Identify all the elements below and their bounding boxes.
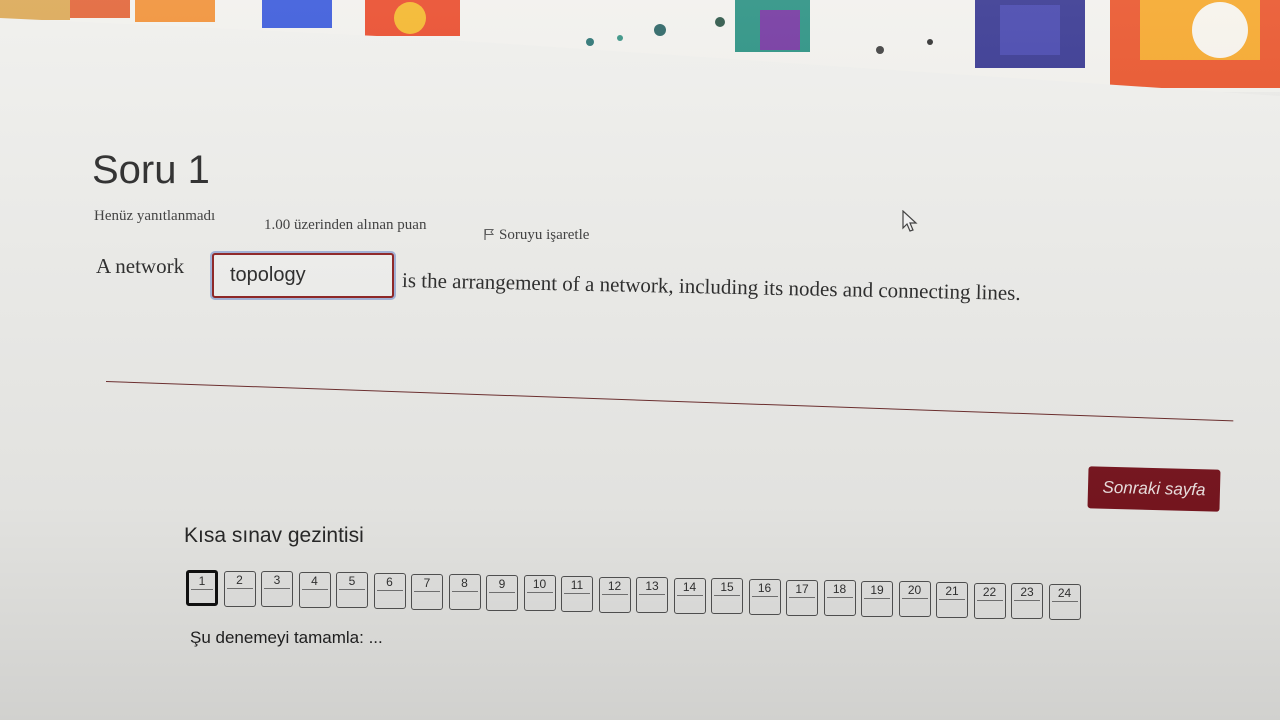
quiz-nav-item-23[interactable]: 23: [1011, 583, 1043, 620]
question-points: 1.00 üzerinden alınan puan: [264, 217, 427, 233]
quiz-nav-item-17[interactable]: 17: [786, 579, 818, 616]
quiz-nav-item-12[interactable]: 12: [598, 576, 631, 613]
quiz-nav-item-13[interactable]: 13: [636, 577, 668, 614]
quiz-nav-item-19[interactable]: 19: [861, 580, 893, 617]
quiz-nav-item-10[interactable]: 10: [523, 575, 556, 612]
answer-input[interactable]: [212, 253, 394, 298]
quiz-nav-item-5[interactable]: 5: [336, 572, 368, 609]
finish-attempt-link[interactable]: Şu denemeyi tamamla: ...: [190, 628, 383, 648]
quiz-nav-item-18[interactable]: 18: [823, 580, 856, 617]
quiz-nav-item-24[interactable]: 24: [1048, 583, 1081, 620]
question-text-before: A network: [96, 254, 185, 278]
quiz-navigation-title: Kısa sınav gezintisi: [184, 524, 364, 547]
quiz-nav-item-14[interactable]: 14: [673, 577, 706, 614]
quiz-nav-item-16[interactable]: 16: [748, 579, 781, 615]
quiz-nav-item-15[interactable]: 15: [711, 578, 743, 615]
next-page-button[interactable]: Sonraki sayfa: [1087, 466, 1221, 512]
flag-label: Soruyu işaretle: [499, 227, 590, 243]
question-title: Soru 1: [92, 148, 210, 192]
quiz-nav-item-20[interactable]: 20: [898, 581, 931, 618]
quiz-nav-item-2[interactable]: 2: [223, 570, 256, 607]
quiz-nav-item-21[interactable]: 21: [936, 582, 968, 618]
quiz-nav-item-4[interactable]: 4: [298, 571, 331, 608]
flag-icon: [484, 229, 495, 240]
mouse-cursor-icon: [902, 210, 918, 232]
quiz-nav-item-11[interactable]: 11: [561, 576, 593, 612]
quiz-nav-item-1[interactable]: 1: [186, 570, 218, 606]
quiz-nav-item-6[interactable]: 6: [373, 573, 406, 609]
quiz-nav-item-7[interactable]: 7: [411, 573, 443, 610]
question-status: Henüz yanıtlanmadı: [94, 208, 216, 224]
quiz-nav-item-9[interactable]: 9: [486, 574, 518, 611]
quiz-nav-item-3[interactable]: 3: [261, 571, 293, 608]
quiz-nav-item-22[interactable]: 22: [973, 582, 1006, 619]
quiz-nav-item-8[interactable]: 8: [448, 574, 481, 611]
flag-question-link[interactable]: Soruyu işaretle: [483, 227, 589, 244]
